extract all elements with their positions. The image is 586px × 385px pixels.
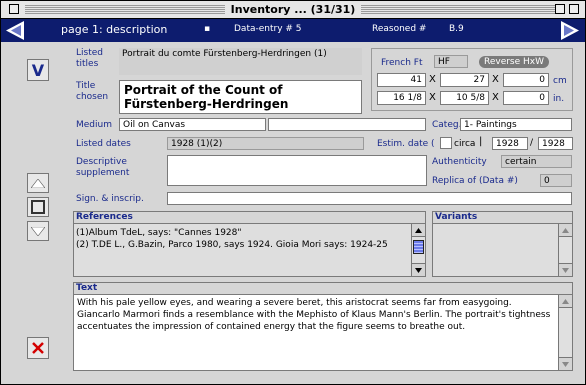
record-button[interactable]	[27, 197, 49, 217]
height-cm-field[interactable]: 41	[377, 73, 426, 87]
v-view-button[interactable]: V	[27, 59, 49, 81]
medium-extra-field[interactable]	[268, 118, 426, 131]
width-in-field[interactable]: 10 5/8	[440, 91, 489, 105]
text-panel: Text With his pale yellow eyes, and wear…	[73, 282, 573, 371]
categ-field[interactable]: 1- Paintings	[460, 118, 572, 131]
references-scrollbar[interactable]	[411, 224, 425, 276]
replica-field[interactable]: 0	[540, 174, 572, 187]
height-in-field[interactable]: 16 1/8	[377, 91, 426, 105]
prev-arrow-icon[interactable]	[4, 20, 26, 41]
depth-in-field[interactable]: 0	[503, 91, 549, 105]
variants-header: Variants	[433, 212, 572, 224]
cm-unit: cm	[553, 76, 567, 86]
title-chosen-line1: Portrait of the Count of	[124, 83, 283, 97]
descriptive-label-1: Descriptive	[76, 157, 127, 167]
nav-bar: page 1: description ▪ Data-entry # 5 Rea…	[1, 19, 585, 42]
scroll-up-icon[interactable]	[559, 224, 572, 237]
listed-titles-label-2: titles	[76, 59, 99, 69]
page-label: page 1: description	[61, 23, 168, 36]
x-mark: X	[429, 74, 436, 85]
text-body[interactable]: With his pale yellow eyes, and wearing a…	[77, 297, 555, 333]
up-arrow-icon	[31, 178, 45, 188]
replica-label: Replica of (Data #)	[432, 176, 518, 186]
french-ft-label: French Ft	[381, 58, 423, 68]
x-mark: X	[492, 92, 499, 103]
reference-line: (2) T.DE L., G.Bazin, Parco 1980, says 1…	[76, 240, 388, 250]
descriptive-label-2: supplement	[76, 168, 130, 178]
nav-bullet: ▪	[204, 24, 211, 34]
descriptive-field[interactable]	[167, 155, 427, 186]
estim-date-from-field[interactable]: 1928	[492, 137, 528, 150]
hf-field[interactable]: HF	[434, 55, 468, 68]
delete-x-icon	[32, 342, 44, 354]
square-icon	[31, 200, 45, 214]
title-chosen-label-2: chosen	[76, 92, 109, 102]
listed-dates-field[interactable]: 1928 (1)(2)	[167, 137, 364, 150]
depth-cm-field[interactable]: 0	[503, 73, 549, 87]
reference-line: (1)Album TdeL, says: "Cannes 1928"	[76, 228, 242, 238]
scroll-thumb[interactable]	[413, 240, 424, 254]
circa-checkbox[interactable]	[440, 137, 452, 149]
data-entry-label: Data-entry # 5	[234, 24, 302, 34]
circa-label: circa	[454, 139, 476, 149]
in-unit: in.	[553, 94, 565, 104]
x-mark: X	[492, 74, 499, 85]
reverse-hxw-button[interactable]: Reverse HxW	[479, 56, 549, 68]
down-button[interactable]	[27, 221, 49, 241]
listed-dates-label: Listed dates	[76, 139, 131, 149]
text-scrollbar[interactable]	[558, 295, 572, 370]
title-chosen-label-1: Title	[76, 81, 96, 91]
reasoned-value: B.9	[449, 24, 464, 34]
title-chosen-field[interactable]: Portrait of the Count of Fürstenberg-Her…	[119, 80, 362, 114]
medium-label: Medium	[76, 120, 112, 130]
estim-date-to-field[interactable]: 1928	[538, 137, 573, 150]
variants-panel: Variants	[432, 211, 573, 277]
up-button[interactable]	[27, 173, 49, 193]
categ-label: Categ.	[432, 120, 462, 130]
references-list[interactable]: (1)Album TdeL, says: "Cannes 1928" (2) T…	[76, 227, 409, 251]
scroll-down-icon[interactable]	[559, 263, 572, 276]
inventory-window: Inventory ... (31/31) page 1: descriptio…	[0, 0, 586, 385]
next-arrow-icon[interactable]	[559, 20, 581, 41]
listed-titles-label-1: Listed	[76, 48, 103, 58]
scroll-down-icon[interactable]	[412, 263, 425, 276]
variants-scrollbar[interactable]	[558, 224, 572, 276]
references-header: References	[74, 212, 425, 224]
scroll-up-icon[interactable]	[412, 224, 425, 237]
delete-button[interactable]	[27, 337, 49, 359]
x-mark: X	[429, 92, 436, 103]
window-title: Inventory ... (31/31)	[224, 3, 362, 16]
listed-titles-field[interactable]: Portrait du comte Fürstenberg-Herdringen…	[119, 48, 362, 75]
title-bar[interactable]: Inventory ... (31/31)	[1, 1, 585, 19]
zoom-box-icon[interactable]	[555, 4, 565, 14]
down-arrow-icon	[31, 226, 45, 236]
estim-sep: /	[530, 138, 534, 148]
authenticity-label: Authenticity	[432, 157, 487, 167]
text-header: Text	[74, 283, 572, 295]
references-panel: References (1)Album TdeL, says: "Cannes …	[73, 211, 426, 277]
sign-label: Sign. & inscrip.	[76, 194, 144, 204]
scroll-up-icon[interactable]	[559, 295, 572, 308]
width-cm-field[interactable]: 27	[440, 73, 489, 87]
scroll-down-icon[interactable]	[559, 357, 572, 370]
medium-field[interactable]: Oil on Canvas	[119, 118, 266, 131]
sign-field[interactable]	[167, 192, 572, 205]
collapse-box-icon[interactable]	[569, 4, 579, 14]
authenticity-field[interactable]: certain	[501, 155, 572, 168]
reasoned-label: Reasoned #	[372, 24, 427, 34]
estim-date-label: Estim. date (	[377, 139, 435, 149]
v-view-icon: V	[31, 60, 45, 80]
title-chosen-line2: Fürstenberg-Herdringen	[124, 97, 289, 111]
